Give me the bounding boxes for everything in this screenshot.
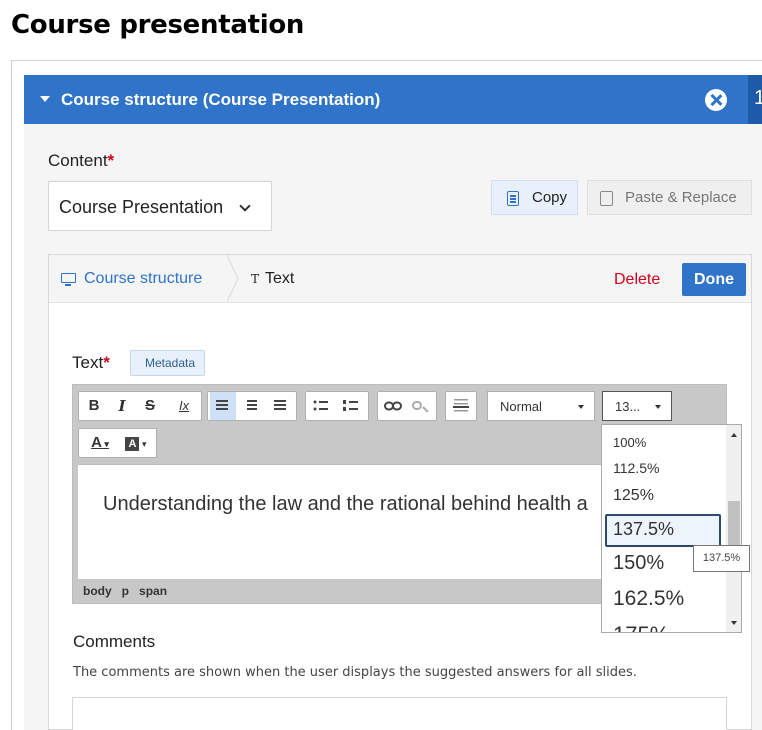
horizontal-line-icon — [453, 399, 469, 412]
page-title: Course presentation — [11, 10, 305, 40]
copy-label: Copy — [532, 189, 568, 206]
alignment-group — [207, 391, 297, 421]
panel-edge-digit: 1 — [754, 87, 762, 109]
collapse-triangle-icon[interactable] — [40, 96, 50, 102]
text-color-button[interactable]: A ▾ — [85, 429, 115, 457]
path-body[interactable]: body — [83, 584, 112, 598]
font-size-dropdown: 100% 112.5% 125% 137.5% 150% 162.5% 175% — [601, 424, 742, 633]
text-label-text: Text — [72, 353, 104, 372]
caret-down-icon — [655, 405, 661, 409]
size-option-125[interactable]: 125% — [613, 487, 654, 505]
size-option-137-5[interactable]: 137.5% — [613, 519, 674, 540]
strikethrough-button[interactable]: S — [139, 392, 161, 420]
align-center-button[interactable] — [240, 392, 266, 420]
paste-label: Paste & Replace — [625, 189, 737, 206]
breadcrumb-text: T Text — [251, 270, 294, 288]
text-type-icon: T — [251, 272, 260, 286]
breadcrumb-current-label: Text — [265, 270, 295, 287]
hr-group — [445, 391, 477, 421]
comments-description: The comments are shown when the user dis… — [73, 665, 637, 680]
link-icon — [384, 401, 402, 411]
path-p[interactable]: p — [122, 584, 129, 598]
editor-text: Understanding the law and the rational b… — [103, 493, 588, 515]
scroll-up-icon[interactable] — [731, 433, 737, 437]
delete-button[interactable]: Delete — [614, 271, 660, 289]
bullet-list-icon — [313, 400, 328, 411]
unlink-icon — [412, 401, 429, 413]
align-left-icon — [216, 400, 228, 402]
align-center-icon — [247, 400, 257, 402]
align-right-icon — [274, 400, 286, 402]
text-color-icon: A — [91, 434, 102, 451]
link-group — [377, 391, 437, 421]
size-option-150[interactable]: 150% — [613, 552, 664, 575]
metadata-button[interactable]: Metadata — [130, 350, 206, 376]
unlink-button[interactable] — [410, 392, 432, 420]
required-asterisk: * — [103, 353, 110, 372]
align-left-button[interactable] — [210, 392, 236, 420]
breadcrumb: Course structure T Text Delete Done — [49, 255, 751, 303]
background-color-icon: A — [125, 437, 140, 451]
panel-header[interactable]: Course structure (Course Presentation) 1 — [24, 75, 762, 124]
monitor-icon — [61, 273, 76, 286]
bullet-list-button[interactable] — [310, 392, 332, 420]
comments-input[interactable] — [72, 697, 727, 730]
link-button[interactable] — [382, 392, 404, 420]
bold-button[interactable]: B — [83, 392, 105, 420]
breadcrumb-separator — [227, 255, 239, 302]
format-select[interactable]: Normal — [487, 391, 595, 421]
font-size-select-value: 13... — [615, 399, 641, 414]
align-right-button[interactable] — [268, 392, 294, 420]
text-field-label: Text* — [72, 353, 110, 373]
basic-format-group: B I S Ix — [78, 391, 202, 421]
panel-title: Course structure (Course Presentation) — [61, 90, 381, 109]
path-span[interactable]: span — [139, 584, 167, 598]
color-group: A ▾ A ▾ — [78, 428, 157, 458]
format-select-value: Normal — [500, 399, 542, 414]
size-option-175[interactable]: 175% — [613, 622, 669, 632]
size-option-100[interactable]: 100% — [613, 435, 646, 450]
size-option-162-5[interactable]: 162.5% — [613, 587, 684, 611]
paste-icon — [600, 191, 613, 206]
option-tooltip: 137.5% — [693, 545, 750, 572]
breadcrumb-root-label: Course structure — [84, 270, 203, 287]
copy-button[interactable]: Copy — [491, 180, 578, 215]
clear-format-button[interactable]: Ix — [173, 392, 195, 420]
content-label: Content* — [48, 151, 114, 171]
paste-replace-button[interactable]: Paste & Replace — [587, 180, 752, 215]
numbered-list-icon — [343, 400, 358, 411]
dropdown-scrollbar[interactable] — [726, 425, 741, 632]
content-select-value: Course Presentation — [59, 197, 224, 217]
size-option-112-5[interactable]: 112.5% — [613, 460, 659, 476]
font-size-select[interactable]: 13... — [602, 391, 672, 421]
copy-icon — [507, 191, 519, 206]
content-label-text: Content — [48, 151, 108, 170]
close-circle-icon[interactable] — [705, 89, 727, 111]
comments-label: Comments — [73, 632, 156, 651]
chevron-down-icon — [239, 200, 251, 212]
element-path-bar: body p span — [83, 584, 177, 598]
list-group — [305, 391, 369, 421]
content-select[interactable]: Course Presentation — [48, 181, 272, 231]
italic-button[interactable]: I — [111, 392, 133, 420]
caret-down-icon — [578, 405, 584, 409]
horizontal-line-button[interactable] — [450, 392, 472, 420]
breadcrumb-course-structure[interactable]: Course structure — [61, 270, 202, 288]
numbered-list-button[interactable] — [340, 392, 362, 420]
required-asterisk: * — [107, 151, 115, 170]
scroll-down-icon[interactable] — [731, 621, 737, 625]
done-button[interactable]: Done — [682, 263, 746, 296]
background-color-button[interactable]: A ▾ — [121, 429, 151, 457]
